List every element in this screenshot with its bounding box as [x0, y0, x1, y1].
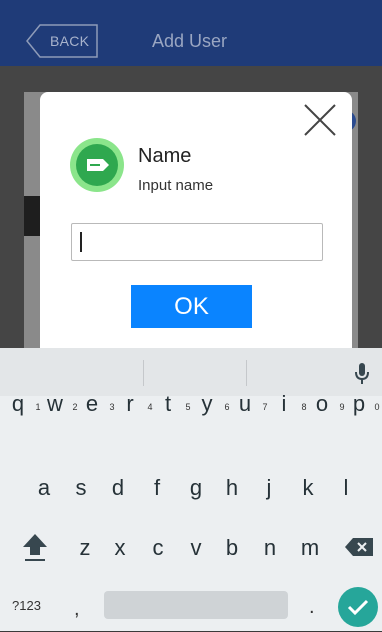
- key-l[interactable]: l: [328, 464, 364, 512]
- symbols-key[interactable]: ?123: [12, 598, 41, 613]
- key-p[interactable]: p: [341, 380, 377, 428]
- key-n[interactable]: n: [252, 524, 288, 572]
- back-button[interactable]: BACK: [26, 24, 98, 58]
- field-hint: Input name: [138, 177, 214, 194]
- key-b[interactable]: b: [214, 524, 250, 572]
- key-s[interactable]: s: [63, 464, 99, 512]
- dimmed-dark-strip: [24, 196, 40, 236]
- key-k[interactable]: k: [290, 464, 326, 512]
- space-key[interactable]: [104, 591, 288, 619]
- key-c[interactable]: c: [140, 524, 176, 572]
- comma-key[interactable]: ,: [74, 598, 80, 621]
- key-f[interactable]: f: [139, 464, 175, 512]
- key-q[interactable]: q: [0, 380, 36, 428]
- enter-key[interactable]: [338, 587, 378, 627]
- key-r[interactable]: r: [112, 380, 148, 428]
- key-g[interactable]: g: [178, 464, 214, 512]
- key-w[interactable]: w: [37, 380, 73, 428]
- key-z[interactable]: z: [67, 524, 103, 572]
- key-u[interactable]: u: [227, 380, 263, 428]
- close-icon[interactable]: [302, 102, 338, 138]
- key-x[interactable]: x: [102, 524, 138, 572]
- check-icon: [347, 599, 369, 616]
- key-t[interactable]: t: [150, 380, 186, 428]
- shift-icon[interactable]: [22, 533, 48, 563]
- key-d[interactable]: d: [100, 464, 136, 512]
- page-title: Add User: [152, 31, 228, 51]
- key-h[interactable]: h: [214, 464, 250, 512]
- key-i[interactable]: i: [266, 380, 302, 428]
- name-input[interactable]: [71, 223, 323, 261]
- key-a[interactable]: a: [26, 464, 62, 512]
- key-m[interactable]: m: [292, 524, 328, 572]
- key-o[interactable]: o: [304, 380, 340, 428]
- tag-icon: [70, 138, 124, 192]
- period-key[interactable]: .: [309, 596, 315, 619]
- backspace-icon[interactable]: [344, 537, 374, 557]
- key-e[interactable]: e: [74, 380, 110, 428]
- key-v[interactable]: v: [178, 524, 214, 572]
- back-label: BACK: [50, 33, 90, 49]
- field-label: Name: [138, 145, 192, 167]
- key-y[interactable]: y: [189, 380, 225, 428]
- key-j[interactable]: j: [251, 464, 287, 512]
- text-caret: [80, 232, 82, 252]
- ok-button[interactable]: OK: [131, 285, 252, 328]
